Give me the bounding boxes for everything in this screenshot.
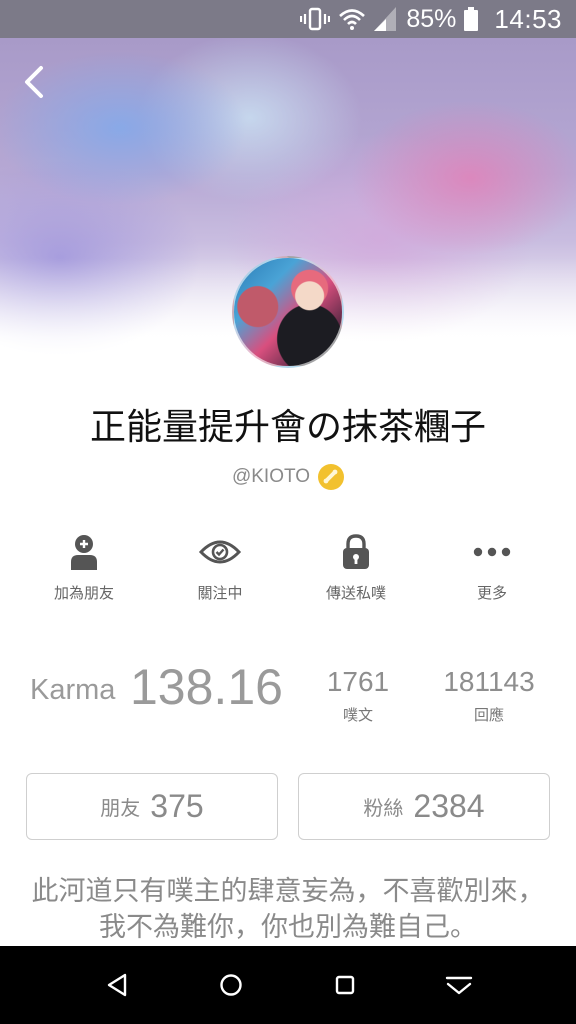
replies-count: 181143 bbox=[443, 666, 535, 697]
battery-percentage: 85% bbox=[406, 4, 457, 33]
nav-back-button[interactable] bbox=[87, 955, 147, 1015]
replies-label: 回應 bbox=[473, 706, 504, 724]
profile-stats: Karma 138.16 1761 噗文 181143 回應 bbox=[0, 654, 576, 734]
nav-collapse-icon bbox=[445, 976, 473, 995]
gold-badge-icon[interactable] bbox=[318, 464, 345, 490]
clock: 14:53 bbox=[494, 3, 562, 34]
friends-button[interactable]: 朋友 375 bbox=[26, 773, 278, 840]
handle-row: @KIOTO bbox=[0, 462, 576, 492]
karma-label: Karma bbox=[30, 674, 116, 706]
cell-signal-icon bbox=[374, 6, 397, 32]
nav-recents-button[interactable] bbox=[315, 955, 375, 1015]
eye-check-icon bbox=[199, 540, 241, 564]
add-friend-icon bbox=[71, 535, 97, 570]
fans-label: 粉絲 bbox=[363, 796, 404, 820]
nav-home-icon bbox=[220, 974, 242, 996]
replies-stat[interactable]: 181143 回應 bbox=[436, 666, 542, 725]
friends-count: 375 bbox=[150, 788, 204, 824]
following-button[interactable]: 關注中 bbox=[152, 530, 288, 610]
posts-stat[interactable]: 1761 噗文 bbox=[318, 666, 398, 725]
posts-count: 1761 bbox=[326, 666, 390, 697]
nav-home-button[interactable] bbox=[201, 955, 261, 1015]
system-nav-bar bbox=[0, 946, 576, 1024]
profile-actions: 加為朋友 關注中 傳送私噗 更多 bbox=[16, 530, 560, 610]
karma-value: 138.16 bbox=[130, 659, 283, 715]
more-dots-icon bbox=[473, 547, 511, 557]
fans-button[interactable]: 粉絲 2384 bbox=[298, 773, 550, 840]
friends-label: 朋友 bbox=[100, 796, 141, 820]
lock-icon bbox=[343, 534, 369, 569]
following-label: 關注中 bbox=[197, 584, 243, 602]
back-button[interactable] bbox=[14, 62, 54, 102]
battery-icon bbox=[464, 6, 479, 32]
add-friend-label: 加為朋友 bbox=[53, 584, 114, 602]
user-handle: @KIOTO bbox=[231, 466, 311, 487]
fans-count: 2384 bbox=[413, 788, 485, 824]
nav-collapse-button[interactable] bbox=[429, 955, 489, 1015]
posts-label: 噗文 bbox=[342, 706, 373, 724]
nav-recents-icon bbox=[335, 975, 355, 995]
private-message-button[interactable]: 傳送私噗 bbox=[288, 530, 424, 610]
more-label: 更多 bbox=[476, 584, 507, 602]
more-button[interactable]: 更多 bbox=[424, 530, 560, 610]
nav-back-icon bbox=[107, 973, 127, 997]
display-name: 正能量提升會の抹茶糰子 bbox=[89, 407, 486, 448]
wifi-icon bbox=[338, 6, 366, 32]
add-friend-button[interactable]: 加為朋友 bbox=[16, 530, 152, 610]
private-message-label: 傳送私噗 bbox=[325, 584, 386, 602]
chevron-left-icon bbox=[25, 66, 43, 98]
vibrate-icon bbox=[300, 6, 331, 32]
avatar[interactable] bbox=[232, 256, 344, 368]
status-bar: 85% 14:53 bbox=[0, 0, 576, 38]
profile-bio: 此河道只有噗主的肆意妄為，不喜歡別來，我不為難你，你也別為難自己。 bbox=[31, 876, 545, 943]
